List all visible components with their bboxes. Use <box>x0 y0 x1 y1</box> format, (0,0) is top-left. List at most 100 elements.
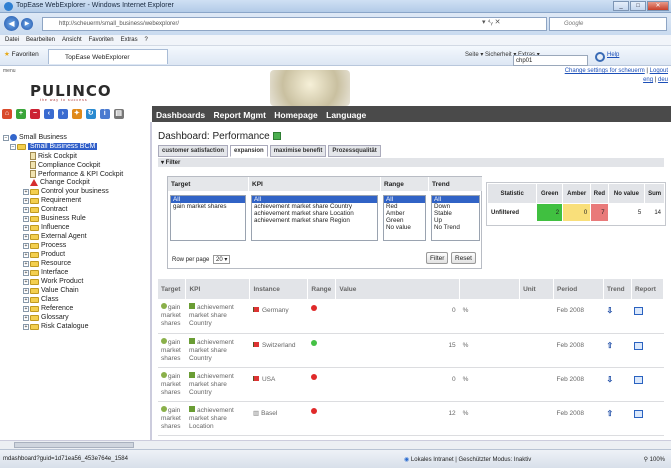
search-icon[interactable] <box>595 52 605 62</box>
logout-link[interactable]: Logout <box>650 68 668 74</box>
cell-instance[interactable]: Germany <box>249 299 308 334</box>
tree-item-compliance-cockpit[interactable]: Compliance Cockpit <box>30 161 100 169</box>
tree-item-product[interactable]: + Product <box>23 251 65 258</box>
menu-bearbeiten[interactable]: Bearbeiten <box>26 37 55 43</box>
expand-icon[interactable]: + <box>23 242 29 249</box>
expand-icon[interactable]: + <box>23 296 29 303</box>
report-icon[interactable] <box>634 375 644 384</box>
tree-item-risk-catalogue[interactable]: + Risk Catalogue <box>23 323 88 330</box>
cell-report[interactable] <box>631 401 664 436</box>
col-header-range[interactable]: Range <box>307 279 337 299</box>
listbox-option[interactable]: achievement market share Country <box>252 203 377 210</box>
cell-instance[interactable]: Switzerland <box>249 333 308 368</box>
cell-kpi[interactable]: achievement market share Country <box>185 333 250 368</box>
menu-help[interactable]: ? <box>145 37 148 43</box>
search-input[interactable]: Google <box>549 17 667 31</box>
tree-item-reference[interactable]: + Reference <box>23 305 73 312</box>
tree-root[interactable]: − Small Business <box>3 134 67 141</box>
listbox-option[interactable]: achievement market share Location <box>252 210 377 217</box>
arrow-right-icon[interactable]: › <box>57 109 68 119</box>
tab-customer-satisfaction[interactable]: customer satisfaction <box>158 145 229 157</box>
cell-instance[interactable]: ▥ Basel <box>249 401 308 436</box>
rows-per-page-select[interactable]: 20 ▾ <box>213 255 231 264</box>
menu-extras[interactable]: Extras <box>121 37 138 43</box>
col-header-report[interactable]: Report <box>631 279 665 299</box>
maximize-button[interactable]: □ <box>630 1 646 11</box>
close-window-button[interactable]: ✕ <box>647 1 669 11</box>
listbox-option[interactable]: achievement market share Region <box>252 217 377 224</box>
listbox-option[interactable]: Green <box>384 217 425 224</box>
tree-item-external-agent[interactable]: + External Agent <box>23 233 87 240</box>
menu-datei[interactable]: Datei <box>5 37 19 43</box>
cell-target[interactable]: gain market shares <box>158 401 186 436</box>
arrow-left-icon[interactable]: ‹ <box>43 109 54 119</box>
tree-item-control[interactable]: + Control your business <box>23 188 109 195</box>
tab-prozessqualitaet[interactable]: Prozessqualität <box>328 145 381 157</box>
cell-target[interactable]: gain market shares <box>158 333 186 368</box>
listbox-option[interactable]: All <box>171 196 245 203</box>
tree-item-risk-cockpit[interactable]: Risk Cockpit <box>30 152 77 160</box>
col-header-kpi[interactable]: KPI <box>185 279 251 299</box>
col-header-instance[interactable]: Instance <box>249 279 309 299</box>
reset-button[interactable]: Reset <box>451 252 476 264</box>
cell-instance[interactable]: USA <box>249 367 308 402</box>
expand-icon[interactable]: + <box>23 287 29 294</box>
tree-item-influence[interactable]: + Influence <box>23 224 69 231</box>
tree-item-performance-cockpit[interactable]: Performance & KPI Cockpit <box>30 170 123 178</box>
favorites-button[interactable]: ★ Favoriten <box>4 50 39 58</box>
expand-icon[interactable]: + <box>23 314 29 321</box>
col-header-target[interactable]: Target <box>158 279 187 299</box>
expand-icon[interactable]: + <box>23 323 29 330</box>
help-link[interactable]: Help <box>607 52 619 58</box>
cell-kpi[interactable]: achievement market share Country <box>185 299 250 334</box>
refresh-stop-icons[interactable]: ▾ ⁴ᵧ ✕ <box>482 18 501 26</box>
refresh-icon[interactable]: ↻ <box>85 109 96 119</box>
tree-item-change-cockpit[interactable]: Change Cockpit <box>30 179 90 186</box>
col-header-period[interactable]: Period <box>553 279 604 299</box>
expand-icon[interactable]: + <box>23 215 29 222</box>
listbox-option[interactable]: All <box>252 196 377 203</box>
menu-label[interactable]: menu <box>3 68 16 74</box>
remove-icon[interactable]: − <box>29 109 40 119</box>
target-listbox[interactable]: All gain market shares <box>170 195 246 241</box>
back-button[interactable]: ◀ <box>4 16 19 31</box>
filter-button[interactable]: Filter <box>426 252 449 264</box>
report-icon[interactable] <box>634 409 644 418</box>
browser-tab[interactable]: TopEase WebExplorer <box>48 49 168 64</box>
listbox-option[interactable]: gain market shares <box>171 203 245 210</box>
tree-item-class[interactable]: + Class <box>23 296 59 303</box>
filter-toggle[interactable]: ▾ Filter <box>158 158 664 167</box>
tree-item-value-chain[interactable]: + Value Chain <box>23 287 79 294</box>
listbox-option[interactable]: Stable <box>432 210 479 217</box>
menu-ansicht[interactable]: Ansicht <box>62 37 82 43</box>
settings-link[interactable]: Change settings for scheuerm <box>565 68 645 74</box>
col-header-value[interactable]: Value <box>335 279 461 299</box>
tools-icon[interactable]: ✦ <box>71 109 82 119</box>
forward-button[interactable]: ▶ <box>21 18 33 30</box>
tab-maximise-benefit[interactable]: maximise benefit <box>269 145 327 157</box>
nav-homepage[interactable]: Homepage <box>274 110 317 120</box>
cell-kpi[interactable]: achievement market share Country <box>185 367 250 402</box>
tree-item-contract[interactable]: + Contract <box>23 206 67 213</box>
tree-item-business-rule[interactable]: + Business Rule <box>23 215 86 222</box>
expand-icon[interactable]: + <box>23 188 29 195</box>
listbox-option[interactable]: No value <box>384 224 425 231</box>
lang-deu-link[interactable]: deu <box>658 77 668 83</box>
edit-icon[interactable] <box>272 132 281 141</box>
col-header-trend[interactable]: Trend <box>603 279 632 299</box>
horizontal-scrollbar[interactable] <box>0 440 671 449</box>
tree-small-business-bcm[interactable]: − Small Business BCM <box>10 143 98 150</box>
user-field[interactable]: chp01 <box>513 55 588 66</box>
cell-target[interactable]: gain market shares <box>158 299 186 334</box>
listbox-option[interactable]: Red <box>384 203 425 210</box>
add-icon[interactable]: + <box>15 109 26 119</box>
info-icon[interactable]: i <box>99 109 110 119</box>
report-icon[interactable] <box>634 307 644 315</box>
expand-icon[interactable]: + <box>23 305 29 312</box>
tree-item-interface[interactable]: + Interface <box>23 269 68 276</box>
listbox-option[interactable]: All <box>432 196 479 203</box>
address-input[interactable]: http://scheuerm/small_business/webexplor… <box>42 17 547 31</box>
trend-listbox[interactable]: All Down Stable Up No Trend <box>431 195 480 241</box>
tree-item-requirement[interactable]: + Requirement <box>23 197 81 204</box>
listbox-option[interactable]: Amber <box>384 210 425 217</box>
